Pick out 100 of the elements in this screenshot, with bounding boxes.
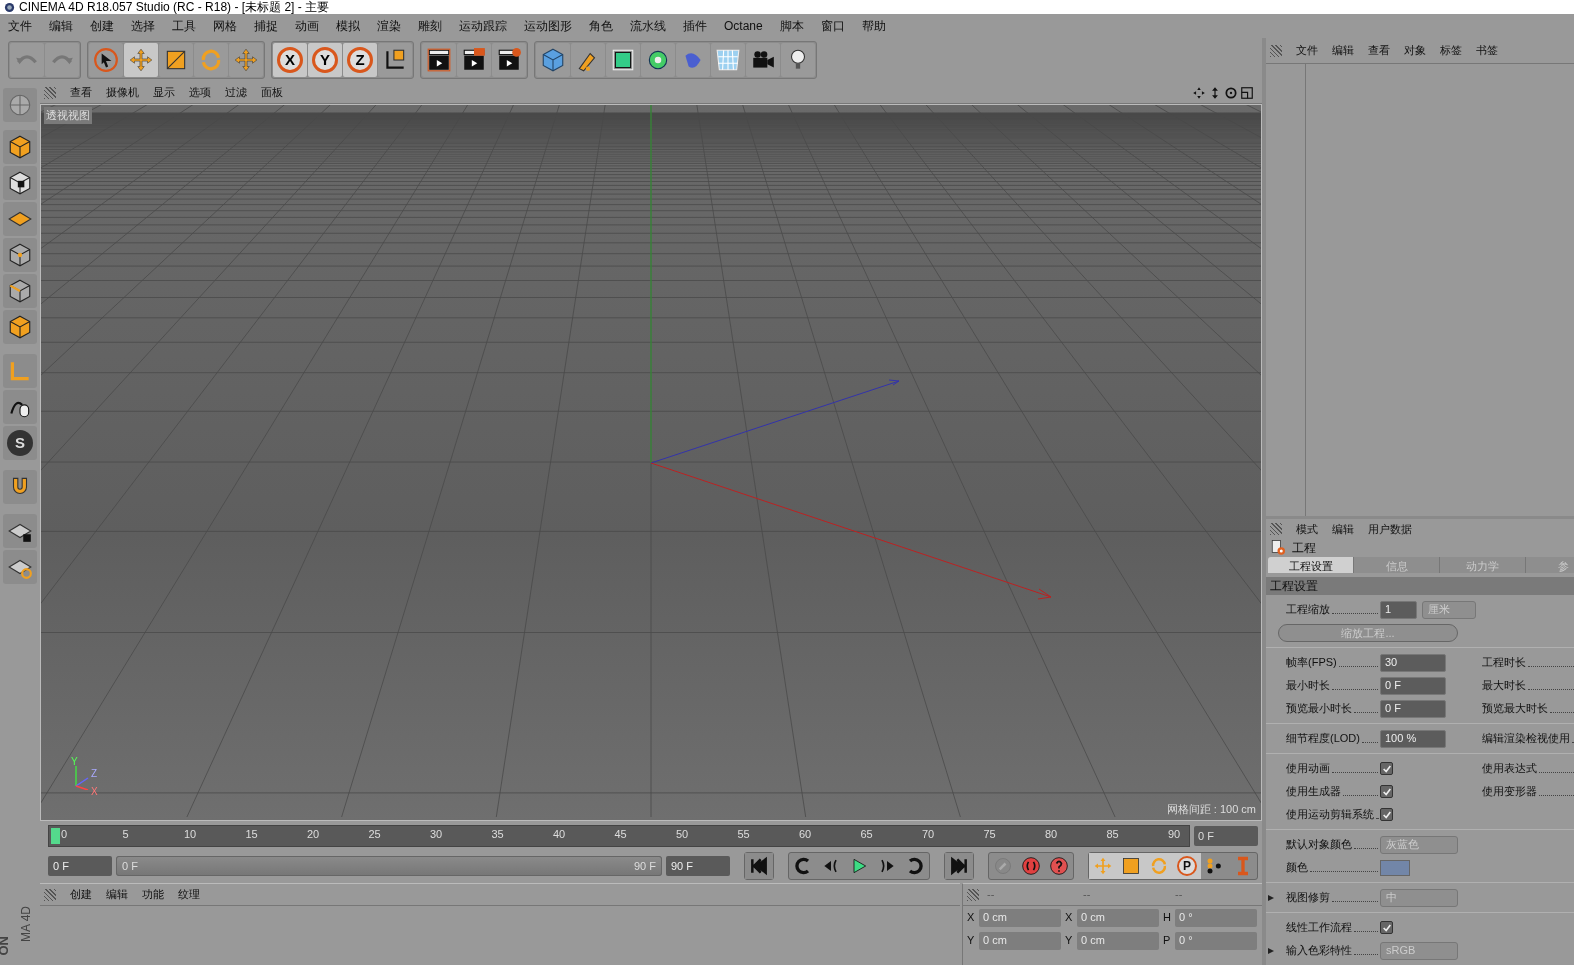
grip-handle[interactable] xyxy=(44,86,56,99)
scale-button[interactable] xyxy=(159,43,193,77)
menu-item[interactable]: 创建 xyxy=(90,17,114,35)
timeline-ruler[interactable]: 0 5 10 15 20 25 30 35 40 45 50 55 60 65 70 75 80 85 90 xyxy=(48,825,1190,847)
menu-item[interactable]: 用户数据 xyxy=(1368,520,1412,538)
menu-item[interactable]: 选项 xyxy=(189,84,211,101)
menu-item[interactable]: 插件 xyxy=(683,17,707,35)
coordinate-field[interactable]: 0 cm xyxy=(1077,931,1159,950)
tweak-mode-button[interactable] xyxy=(3,390,37,424)
grid-button[interactable] xyxy=(3,550,37,584)
menu-item[interactable]: 功能 xyxy=(142,886,164,903)
maximize-view-icon[interactable] xyxy=(1240,85,1254,100)
menu-item[interactable]: 运动跟踪 xyxy=(459,17,507,35)
model-mode-button[interactable] xyxy=(3,130,37,164)
go-to-start-button[interactable] xyxy=(745,853,773,879)
checkbox[interactable] xyxy=(1380,921,1393,934)
menu-item[interactable]: 对象 xyxy=(1404,42,1426,59)
rotate-view-icon[interactable] xyxy=(1224,85,1238,100)
menu-item[interactable]: 流水线 xyxy=(630,17,666,35)
axis-lock-button[interactable]: X xyxy=(273,43,307,77)
number-field[interactable]: 0 F xyxy=(1380,699,1446,718)
camera-button[interactable] xyxy=(746,43,780,77)
menu-item[interactable]: 标签 xyxy=(1440,42,1462,59)
cube-button[interactable] xyxy=(536,43,570,77)
menu-item[interactable]: 摄像机 xyxy=(106,84,139,101)
coordinate-field[interactable]: 0 cm xyxy=(1077,908,1159,927)
expand-arrow-icon[interactable] xyxy=(1268,893,1274,902)
menu-item[interactable]: 查看 xyxy=(1368,42,1390,59)
texture-mode-button[interactable] xyxy=(3,166,37,200)
menu-item[interactable]: 模拟 xyxy=(336,17,360,35)
menu-item[interactable]: 文件 xyxy=(1296,42,1318,59)
menu-item[interactable]: 文件 xyxy=(8,17,32,35)
menu-item[interactable]: 网格 xyxy=(213,17,237,35)
expand-arrow-icon[interactable] xyxy=(1268,946,1274,955)
grip-handle[interactable] xyxy=(967,888,979,901)
light-bulb-button[interactable] xyxy=(781,43,815,77)
menu-item[interactable]: 纹理 xyxy=(178,886,200,903)
menu-item[interactable]: 角色 xyxy=(589,17,613,35)
menu-item[interactable]: 运动图形 xyxy=(524,17,572,35)
menu-item[interactable]: 模式 xyxy=(1296,520,1318,538)
move-view-icon[interactable] xyxy=(1192,85,1206,100)
menu-item[interactable]: 编辑 xyxy=(1332,520,1354,538)
menu-item[interactable]: 窗口 xyxy=(820,17,845,35)
axis-lock-button[interactable]: Y xyxy=(308,43,342,77)
points-mode-button[interactable] xyxy=(3,238,37,272)
frame-field[interactable]: 0 F xyxy=(1194,826,1258,846)
menu-item[interactable]: 创建 xyxy=(70,886,92,903)
menu-item[interactable]: 编辑 xyxy=(49,17,73,35)
checkbox[interactable] xyxy=(1380,808,1393,821)
grid-lock-button[interactable] xyxy=(3,514,37,548)
tab[interactable]: 工程设置 xyxy=(1268,556,1354,573)
viewport-label: 透视视图 xyxy=(44,107,92,124)
menu-item[interactable]: 捕捉 xyxy=(254,17,278,35)
edges-mode-button[interactable] xyxy=(3,274,37,308)
render-settings-button[interactable] xyxy=(492,43,526,77)
menu-item[interactable]: 帮助 xyxy=(861,17,886,35)
end-frame-field[interactable]: 90 F xyxy=(666,856,730,876)
grip-handle[interactable] xyxy=(1270,44,1282,57)
menu-item[interactable]: 工具 xyxy=(172,17,196,35)
menu-item[interactable]: 编辑 xyxy=(1332,42,1354,59)
render-picture-button[interactable] xyxy=(457,43,491,77)
menu-item[interactable]: 显示 xyxy=(153,84,175,101)
grip-handle[interactable] xyxy=(44,888,56,901)
number-field[interactable]: 30 xyxy=(1380,653,1446,672)
workplane-button[interactable] xyxy=(3,202,37,236)
checkbox[interactable] xyxy=(1380,762,1393,775)
menu-item[interactable]: Octane xyxy=(724,17,763,35)
polygons-mode-button[interactable] xyxy=(3,310,37,344)
coordinate-system-button[interactable] xyxy=(378,43,412,77)
menu-item[interactable]: 查看 xyxy=(70,84,92,101)
grip-handle[interactable] xyxy=(1270,522,1282,535)
menu-item[interactable]: 过滤 xyxy=(225,84,247,101)
axis-lock-button[interactable]: Z xyxy=(343,43,377,77)
menu-item[interactable]: 选择 xyxy=(131,17,155,35)
select-button[interactable] xyxy=(89,43,123,77)
number-field[interactable]: 0 F xyxy=(1380,676,1446,695)
move-button[interactable] xyxy=(229,43,263,77)
checkbox[interactable] xyxy=(1380,785,1393,798)
coordinate-field[interactable]: 0 ° xyxy=(1175,931,1257,950)
render-view-button[interactable] xyxy=(422,43,456,77)
menu-item[interactable]: 书签 xyxy=(1476,42,1498,59)
current-frame-field[interactable]: 0 F xyxy=(48,856,112,876)
menu-item[interactable]: 渲染 xyxy=(377,17,401,35)
menu-item[interactable]: 面板 xyxy=(261,84,283,101)
coordinate-field[interactable]: 0 cm xyxy=(979,908,1061,927)
snap-button[interactable]: S xyxy=(3,426,37,460)
go-to-end-button[interactable] xyxy=(945,853,973,879)
magnet-button[interactable] xyxy=(3,470,37,504)
menu-item[interactable]: 脚本 xyxy=(779,17,804,35)
menu-item[interactable]: 雕刻 xyxy=(418,17,442,35)
menu-item[interactable]: 编辑 xyxy=(106,886,128,903)
parameter-key-button[interactable]: P xyxy=(1173,853,1201,879)
color-swatch[interactable] xyxy=(1380,859,1410,876)
coordinate-field[interactable]: 0 ° xyxy=(1175,908,1257,927)
number-field[interactable]: 100 % xyxy=(1380,729,1446,748)
playhead-marker[interactable] xyxy=(51,828,60,844)
coordinate-field[interactable]: 0 cm xyxy=(979,931,1061,950)
pen-button[interactable] xyxy=(571,43,605,77)
menu-item[interactable]: 动画 xyxy=(295,17,319,35)
number-field[interactable]: 1 xyxy=(1380,600,1417,619)
